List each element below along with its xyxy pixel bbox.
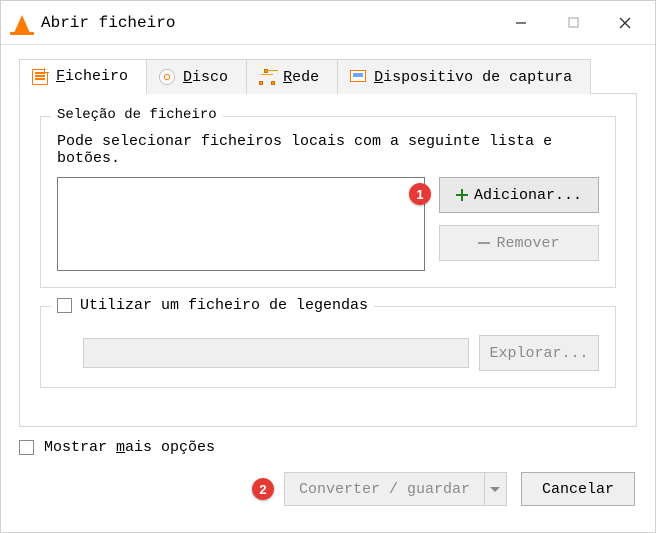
add-button[interactable]: Adicionar... [439, 177, 599, 213]
tab-disc-label: Disco [183, 69, 228, 86]
network-icon [259, 69, 275, 85]
minus-icon [478, 242, 490, 244]
convert-save-label: Converter / guardar [285, 481, 484, 498]
tab-file-label: Ficheiro [56, 68, 128, 85]
window-controls [495, 2, 651, 44]
plus-icon [456, 189, 468, 201]
vlc-cone-icon [13, 13, 31, 33]
use-subtitle-label: Utilizar um ficheiro de legendas [80, 297, 368, 314]
use-subtitle-checkbox[interactable] [57, 298, 72, 313]
close-button[interactable] [599, 2, 651, 44]
file-list[interactable] [57, 177, 425, 271]
convert-save-button[interactable]: Converter / guardar [284, 472, 507, 506]
browse-button[interactable]: Explorar... [479, 335, 599, 371]
dropdown-caret[interactable] [484, 473, 506, 505]
callout-1: 1 [409, 183, 431, 205]
remove-button-label: Remover [496, 235, 559, 252]
more-options-checkbox[interactable] [19, 440, 34, 455]
cancel-button-label: Cancelar [542, 481, 614, 498]
tab-network[interactable]: Rede [246, 59, 338, 94]
tab-capture[interactable]: Dispositivo de captura [337, 59, 591, 94]
minimize-button[interactable] [495, 2, 547, 44]
more-options-label: Mostrar mais opções [44, 439, 215, 456]
browse-button-label: Explorar... [489, 345, 588, 362]
capture-device-icon [350, 69, 366, 85]
tab-disc[interactable]: Disco [146, 59, 247, 94]
disc-icon [159, 69, 175, 85]
cancel-button[interactable]: Cancelar [521, 472, 635, 506]
file-selection-group: Seleção de ficheiro Pode selecionar fich… [40, 116, 616, 288]
tab-file[interactable]: Ficheiro [19, 59, 147, 94]
hint-text: Pode selecionar ficheiros locais com a s… [57, 133, 599, 167]
titlebar: Abrir ficheiro [1, 1, 655, 45]
tab-bar: Ficheiro Disco Rede Dispositivo de captu… [19, 59, 637, 94]
add-button-label: Adicionar... [474, 187, 582, 204]
group-legend: Seleção de ficheiro [51, 107, 223, 123]
tab-network-label: Rede [283, 69, 319, 86]
chevron-down-icon [490, 487, 500, 492]
tab-panel: Seleção de ficheiro Pode selecionar fich… [19, 93, 637, 427]
subtitle-group: Utilizar um ficheiro de legendas Explora… [40, 306, 616, 388]
subtitle-path-input [83, 338, 469, 368]
tab-capture-label: Dispositivo de captura [374, 69, 572, 86]
window-title: Abrir ficheiro [41, 14, 175, 32]
maximize-button[interactable] [547, 2, 599, 44]
callout-2: 2 [252, 478, 274, 500]
file-icon [32, 69, 48, 85]
remove-button[interactable]: Remover [439, 225, 599, 261]
